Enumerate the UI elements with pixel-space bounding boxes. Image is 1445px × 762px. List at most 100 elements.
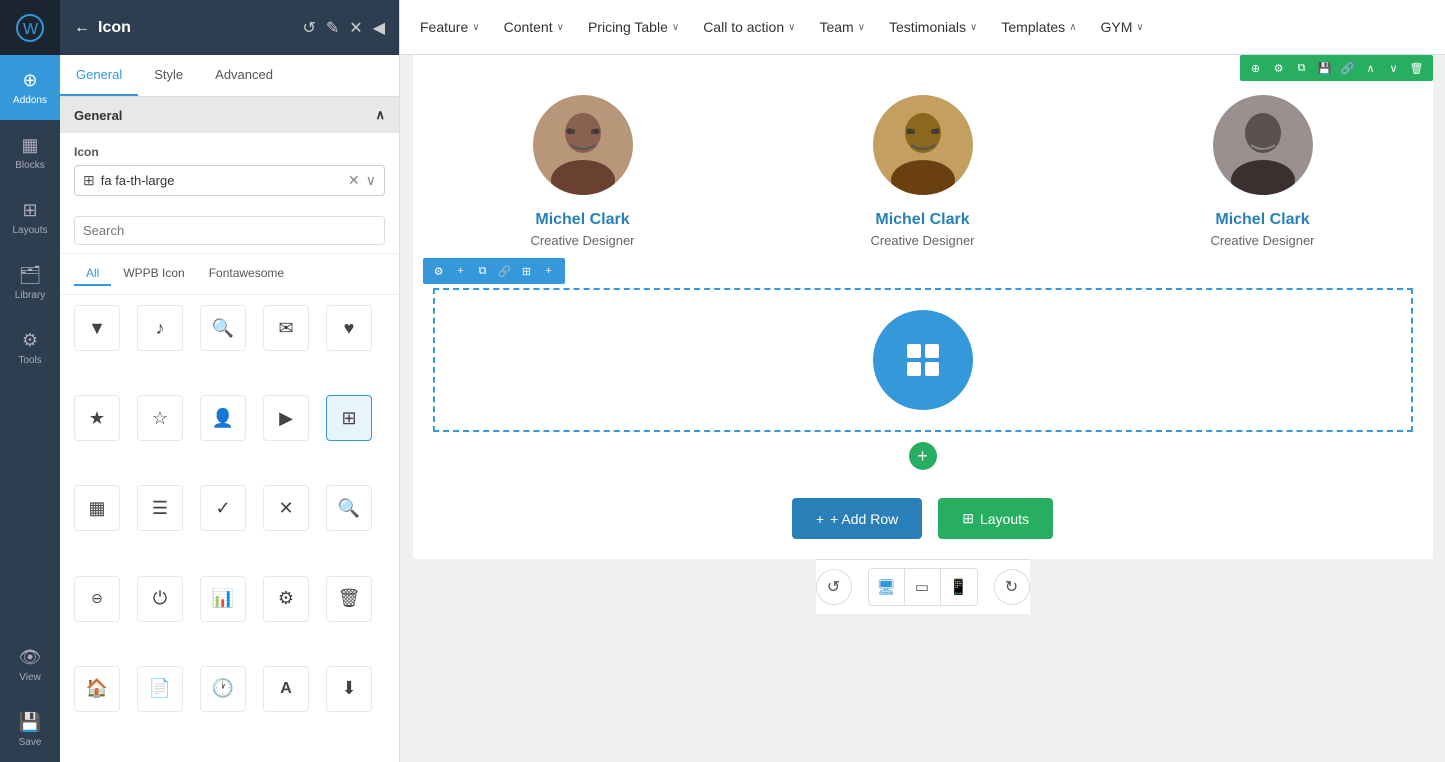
icon-cell-envelope[interactable]: ✉: [263, 305, 309, 351]
blue-toolbar-add[interactable]: +: [451, 261, 471, 281]
avatar: [873, 95, 973, 195]
nav-item-cta[interactable]: Call to action ∨: [703, 19, 795, 35]
icon-cell-list[interactable]: ☰: [137, 485, 183, 531]
icon-cell-star-filled[interactable]: ★: [74, 395, 120, 441]
device-switcher: 🖥 ▭ 📱: [868, 568, 978, 606]
chevron-down-icon[interactable]: ∨: [366, 172, 376, 189]
icon-input-row: ⊞ fa fa-th-large ✕ ∨: [74, 165, 385, 196]
icon-element[interactable]: [873, 310, 973, 410]
team-card-name: Michel Clark: [875, 211, 969, 229]
green-toolbar-copy[interactable]: ⧉: [1292, 58, 1312, 78]
team-card-name: Michel Clark: [1215, 211, 1309, 229]
green-toolbar-save[interactable]: 💾: [1315, 58, 1335, 78]
tab-general[interactable]: General: [60, 55, 138, 96]
icon-search-box: [60, 208, 399, 254]
green-toolbar-down[interactable]: ∨: [1384, 58, 1404, 78]
tab-style[interactable]: Style: [138, 55, 199, 96]
library-icon: 🗂: [19, 265, 42, 286]
chevron-up-icon: ∧: [1069, 22, 1076, 33]
sidebar-item-layouts[interactable]: ⊞ Layouts: [0, 185, 60, 250]
plus-circle-icon[interactable]: +: [909, 442, 937, 470]
icon-filter-tabs: All WPPB Icon Fontawesome: [60, 254, 399, 295]
icon-cell-heart[interactable]: ♥: [326, 305, 372, 351]
green-toolbar-link[interactable]: 🔗: [1338, 58, 1358, 78]
clear-icon-button[interactable]: ✕: [348, 172, 360, 189]
edit-button[interactable]: ✎: [326, 18, 339, 38]
nav-item-templates[interactable]: Templates ∧: [1001, 19, 1076, 35]
icon-cell-file[interactable]: 📄: [137, 666, 183, 712]
icon-cell-font[interactable]: A: [263, 666, 309, 712]
sidebar-item-addons[interactable]: ⊕ Addons: [0, 55, 60, 120]
blue-toolbar-copy[interactable]: ⧉: [473, 261, 493, 281]
redo-button[interactable]: ↻: [994, 569, 1030, 605]
addons-icon: ⊕: [22, 70, 37, 91]
icon-cell-download[interactable]: ⬇: [326, 666, 372, 712]
sidebar-item-label: Blocks: [15, 160, 44, 171]
sidebar-item-library[interactable]: 🗂 Library: [0, 250, 60, 315]
tablet-button[interactable]: ▭: [905, 569, 941, 605]
nav-item-gym[interactable]: GYM ∨: [1101, 19, 1144, 35]
sidebar-item-blocks[interactable]: ▦ Blocks: [0, 120, 60, 185]
icon-field-label: Icon: [74, 145, 385, 159]
sidebar: W ⊕ Addons ▦ Blocks ⊞ Layouts 🗂 Library …: [0, 0, 60, 762]
icon-cell-check[interactable]: ✓: [200, 485, 246, 531]
svg-text:W: W: [23, 21, 39, 38]
icon-cell-film[interactable]: ▶: [263, 395, 309, 441]
icon-cell-user[interactable]: 👤: [200, 395, 246, 441]
layouts-button[interactable]: ⊞ Layouts: [938, 498, 1053, 539]
top-navigation: Feature ∨ Content ∨ Pricing Table ∨ Call…: [400, 0, 1445, 55]
blue-toolbar-plus[interactable]: +: [539, 261, 559, 281]
blue-toolbar-link[interactable]: 🔗: [495, 261, 515, 281]
icon-cell-home[interactable]: 🏠: [74, 666, 120, 712]
icon-cell-filter[interactable]: ▼: [74, 305, 120, 351]
icon-cell-star-outline[interactable]: ☆: [137, 395, 183, 441]
nav-item-testimonials[interactable]: Testimonials ∨: [889, 19, 977, 35]
filter-tab-wppb[interactable]: WPPB Icon: [111, 262, 196, 286]
nav-item-team[interactable]: Team ∨: [819, 19, 865, 35]
chevron-down-icon: ∨: [858, 22, 865, 33]
collapse-button[interactable]: ◀: [373, 18, 385, 38]
back-button[interactable]: ←: [74, 19, 90, 37]
icon-cell-times[interactable]: ✕: [263, 485, 309, 531]
desktop-button[interactable]: 🖥: [869, 569, 905, 605]
nav-item-feature[interactable]: Feature ∨: [420, 19, 480, 35]
green-toolbar-delete[interactable]: 🗑: [1407, 58, 1427, 78]
filter-tab-fontawesome[interactable]: Fontawesome: [197, 262, 296, 286]
icon-cell-search[interactable]: 🔍: [200, 305, 246, 351]
green-toolbar-move[interactable]: ⊕: [1246, 58, 1266, 78]
filter-tab-all[interactable]: All: [74, 262, 111, 286]
icon-search-input[interactable]: [74, 216, 385, 245]
icon-cell-th-large[interactable]: ⊞: [326, 395, 372, 441]
panel-tabs: General Style Advanced: [60, 55, 399, 97]
sidebar-item-view[interactable]: 👁 View: [0, 632, 60, 697]
add-element-button[interactable]: +: [413, 442, 1433, 470]
icon-cell-search-minus[interactable]: ⊖: [74, 576, 120, 622]
icon-cell-trash[interactable]: 🗑: [326, 576, 372, 622]
add-row-button[interactable]: + + Add Row: [792, 498, 922, 539]
blue-toolbar-col[interactable]: ⊞: [517, 261, 537, 281]
icon-cell-search-plus[interactable]: 🔍: [326, 485, 372, 531]
sidebar-item-tools[interactable]: ⚙ Tools: [0, 315, 60, 380]
green-toolbar-up[interactable]: ∧: [1361, 58, 1381, 78]
team-card: Michel Clark Creative Designer: [1093, 75, 1433, 268]
mobile-button[interactable]: 📱: [941, 569, 977, 605]
icon-cell-bar-chart[interactable]: 📊: [200, 576, 246, 622]
close-button[interactable]: ✕: [349, 18, 362, 38]
icon-cell-gear[interactable]: ⚙: [263, 576, 309, 622]
nav-item-content[interactable]: Content ∨: [504, 19, 564, 35]
icon-cell-music[interactable]: ♪: [137, 305, 183, 351]
sidebar-item-label: Library: [15, 290, 46, 301]
undo-button[interactable]: ↺: [816, 569, 852, 605]
chevron-down-icon: ∨: [788, 22, 795, 33]
tab-advanced[interactable]: Advanced: [199, 55, 289, 96]
icon-cell-th[interactable]: ▦: [74, 485, 120, 531]
icon-cell-clock[interactable]: 🕐: [200, 666, 246, 712]
sidebar-item-save[interactable]: 💾 Save: [0, 697, 60, 762]
avatar: [1213, 95, 1313, 195]
icon-cell-power[interactable]: ⏻: [137, 576, 183, 622]
blue-toolbar-settings[interactable]: ⚙: [429, 261, 449, 281]
nav-item-pricing[interactable]: Pricing Table ∨: [588, 19, 679, 35]
green-toolbar-settings[interactable]: ⚙: [1269, 58, 1289, 78]
refresh-button[interactable]: ↺: [302, 18, 315, 38]
section-chevron-icon[interactable]: ∧: [375, 107, 385, 123]
